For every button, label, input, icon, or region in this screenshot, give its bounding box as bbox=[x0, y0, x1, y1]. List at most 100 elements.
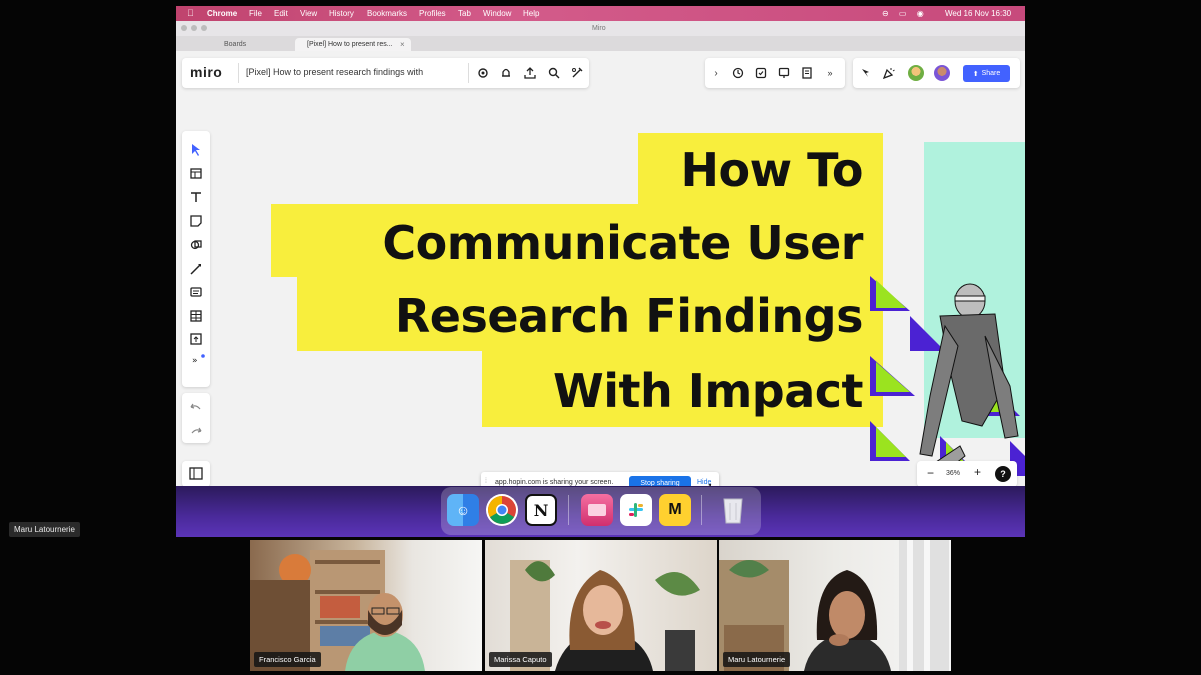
settings-icon[interactable] bbox=[475, 65, 491, 81]
tab-label: [Pixel] How to present res... bbox=[307, 41, 393, 48]
comment-icon[interactable] bbox=[190, 287, 202, 297]
share-icon: ⬆ bbox=[972, 70, 979, 78]
maximize-window-button[interactable] bbox=[201, 25, 207, 31]
participant-name: Marissa Caputo bbox=[489, 652, 552, 667]
zoom-in-button[interactable]: + bbox=[974, 465, 981, 479]
slide-title-line-3: Research Findings bbox=[394, 289, 864, 343]
participant-video[interactable]: Maru Latournerie bbox=[719, 540, 951, 671]
tab-boards[interactable]: Boards bbox=[180, 38, 292, 51]
timer-icon[interactable] bbox=[730, 65, 746, 81]
drag-handle-icon[interactable]: ⁞ bbox=[485, 478, 487, 485]
window-titlebar: Miro bbox=[176, 21, 1025, 36]
magic-icon[interactable] bbox=[569, 65, 585, 81]
notes-icon[interactable] bbox=[799, 65, 815, 81]
zoom-level[interactable]: 36% bbox=[946, 470, 960, 477]
frames-panel-toggle[interactable] bbox=[182, 461, 210, 487]
cleanmymac-icon[interactable] bbox=[581, 494, 613, 526]
table-icon[interactable] bbox=[190, 310, 202, 322]
celebrate-icon[interactable] bbox=[881, 65, 897, 81]
pen-icon[interactable] bbox=[190, 264, 201, 275]
collaboration-toolbar: › » bbox=[705, 58, 845, 88]
window-title: Miro bbox=[592, 25, 606, 32]
upload-icon[interactable] bbox=[190, 333, 202, 345]
tab-board[interactable]: [Pixel] How to present res... × bbox=[295, 38, 411, 51]
participant-video[interactable]: Marissa Caputo bbox=[485, 540, 717, 671]
undo-redo-icons bbox=[190, 403, 202, 434]
share-button[interactable]: ⬆ Share bbox=[963, 65, 1010, 82]
finder-icon[interactable]: ☺ bbox=[447, 494, 479, 526]
creation-toolbar: » bbox=[182, 131, 210, 387]
menu-file[interactable]: File bbox=[249, 9, 262, 18]
menu-edit[interactable]: Edit bbox=[274, 9, 288, 18]
board-header-toolbar: miro [Pixel] How to present research fin… bbox=[182, 58, 589, 88]
menu-tab[interactable]: Tab bbox=[458, 9, 471, 18]
menubar-clock[interactable]: Wed 16 Nov 16:30 bbox=[945, 9, 1011, 18]
monitor-icon bbox=[588, 504, 606, 516]
chevron-down-icon[interactable]: » bbox=[822, 65, 838, 81]
menu-history[interactable]: History bbox=[329, 9, 354, 18]
menubar-status-icons[interactable]: ⊖ ▭ ◉ bbox=[882, 9, 928, 18]
tab-strip: Boards [Pixel] How to present res... × bbox=[176, 36, 1025, 51]
bell-icon[interactable] bbox=[498, 65, 514, 81]
mac-menubar:  Chrome File Edit View History Bookmark… bbox=[176, 6, 1025, 21]
svg-text:»: » bbox=[192, 356, 198, 366]
menu-app-name[interactable]: Chrome bbox=[207, 9, 237, 18]
zoom-controls: − 36% + ? bbox=[917, 461, 1017, 487]
menu-bookmarks[interactable]: Bookmarks bbox=[367, 9, 407, 18]
redo-icon[interactable] bbox=[191, 427, 202, 434]
slide-title-line-2: Communicate User bbox=[382, 216, 863, 270]
present-icon[interactable] bbox=[776, 65, 792, 81]
menu-help[interactable]: Help bbox=[523, 9, 539, 18]
dock-divider bbox=[568, 495, 569, 525]
miro-icon[interactable]: M bbox=[659, 494, 691, 526]
shapes-icon[interactable] bbox=[190, 240, 202, 250]
trash-icon[interactable] bbox=[717, 494, 749, 526]
chrome-window: Miro Boards [Pixel] How to present res..… bbox=[176, 21, 1025, 487]
menu-profiles[interactable]: Profiles bbox=[419, 9, 446, 18]
undo-redo-toolbar bbox=[182, 393, 210, 443]
notion-icon[interactable]: N bbox=[525, 494, 557, 526]
dock-divider bbox=[701, 495, 702, 525]
close-window-button[interactable] bbox=[181, 25, 187, 31]
divider bbox=[238, 63, 239, 83]
avatar[interactable] bbox=[908, 65, 924, 81]
participant-name: Francisco Garcia bbox=[254, 652, 321, 667]
export-icon[interactable] bbox=[522, 65, 538, 81]
sidebar-icon bbox=[189, 467, 203, 480]
more-tools-icon[interactable]: » bbox=[192, 354, 205, 366]
minimize-window-button[interactable] bbox=[191, 25, 197, 31]
creation-tool-icons: » bbox=[190, 144, 205, 366]
vote-icon[interactable] bbox=[753, 65, 769, 81]
share-button-label: Share bbox=[981, 70, 1001, 77]
active-speaker-label: Maru Latournerie bbox=[9, 522, 80, 537]
undo-icon[interactable] bbox=[190, 403, 201, 410]
runner-figure bbox=[919, 283, 1019, 477]
decorative-triangles bbox=[870, 276, 1025, 477]
avatar[interactable] bbox=[934, 65, 950, 81]
close-tab-icon[interactable]: × bbox=[400, 40, 405, 49]
participant-video[interactable]: Francisco Garcia bbox=[250, 540, 482, 671]
chrome-icon[interactable] bbox=[486, 494, 518, 526]
cursor-flag-icon[interactable] bbox=[858, 65, 874, 81]
slack-icon[interactable] bbox=[620, 494, 652, 526]
slide-title-line-4: With Impact bbox=[552, 364, 864, 418]
chevron-right-icon[interactable]: › bbox=[708, 65, 724, 81]
slide-title-line-1: How To bbox=[680, 143, 864, 197]
zoom-out-button[interactable]: − bbox=[927, 466, 934, 480]
share-toolbar: ⬆ Share bbox=[853, 58, 1020, 88]
board-title[interactable]: [Pixel] How to present research findings… bbox=[246, 67, 423, 77]
search-icon[interactable] bbox=[546, 65, 562, 81]
miro-logo[interactable]: miro bbox=[190, 64, 222, 80]
apple-icon[interactable]:  bbox=[187, 8, 194, 18]
screen-sharing-bar: ⁞ app.hopin.com is sharing your screen. … bbox=[481, 472, 719, 487]
text-icon[interactable] bbox=[191, 192, 201, 202]
help-button[interactable]: ? bbox=[995, 466, 1011, 482]
menu-window[interactable]: Window bbox=[483, 9, 511, 18]
tab-label: Boards bbox=[224, 41, 247, 48]
template-icon[interactable] bbox=[190, 168, 202, 179]
divider bbox=[468, 63, 469, 83]
sticky-note-icon[interactable] bbox=[190, 215, 202, 227]
menu-view[interactable]: View bbox=[300, 9, 317, 18]
select-icon[interactable] bbox=[192, 144, 200, 156]
miro-board-canvas[interactable]: How To Communicate User Research Finding… bbox=[176, 51, 1025, 487]
